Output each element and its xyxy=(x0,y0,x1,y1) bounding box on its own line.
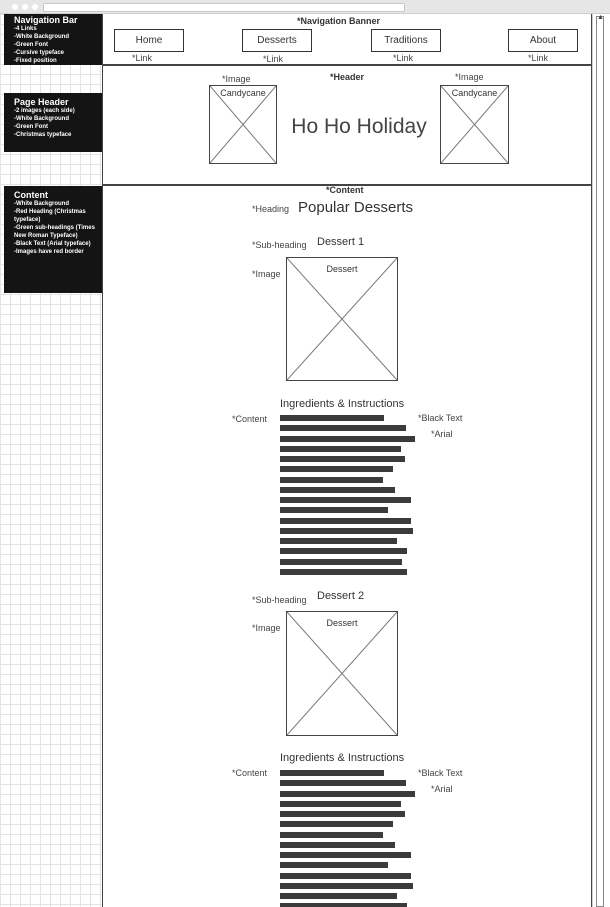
note-item: -Green sub-headings (Times New Roman Typ… xyxy=(14,225,95,239)
text-placeholder-block xyxy=(280,415,415,579)
link-annotation: *Link xyxy=(528,53,549,63)
link-annotation: *Link xyxy=(132,53,153,63)
browser-toolbar xyxy=(0,0,610,14)
dessert-image: Dessert xyxy=(286,257,398,381)
text-placeholder-line xyxy=(280,548,407,555)
window-dot-icon[interactable] xyxy=(12,4,18,10)
text-placeholder-line xyxy=(280,872,411,879)
text-placeholder-line xyxy=(280,445,401,452)
arial-annotation: *Arial xyxy=(431,784,453,794)
scroll-up-icon[interactable]: ▲ xyxy=(597,14,604,22)
text-placeholder-line xyxy=(280,507,388,514)
note-item: -2 images (each side) xyxy=(14,108,75,114)
heading-annotation: *Heading xyxy=(252,204,290,214)
text-placeholder-line xyxy=(280,882,413,889)
text-placeholder-line xyxy=(280,486,395,493)
text-placeholder-line xyxy=(280,568,407,575)
dessert-subheading: Dessert 2 xyxy=(317,590,365,602)
content-annotation: *Content xyxy=(326,185,364,195)
text-placeholder-line xyxy=(280,527,413,534)
text-placeholder-line xyxy=(280,903,407,907)
note-item: -Red Heading (Christmas typeface) xyxy=(14,209,86,223)
content-text-annotation: *Content xyxy=(232,414,268,424)
arial-annotation: *Arial xyxy=(431,429,453,439)
black-text-annotation: *Black Text xyxy=(418,768,463,778)
black-text-annotation: *Black Text xyxy=(418,413,463,423)
dessert-image: Dessert xyxy=(286,611,398,736)
text-placeholder-line xyxy=(280,852,411,858)
note-item: -4 Links xyxy=(14,26,37,32)
text-placeholder-line xyxy=(280,893,397,899)
link-annotation: *Link xyxy=(263,54,284,64)
note-item: -White Background xyxy=(14,34,69,40)
nav-bar-note: Navigation Bar -4 Links -White Backgroun… xyxy=(4,14,102,65)
note-item: -Green Font xyxy=(14,42,48,48)
content-heading: Popular Desserts xyxy=(298,199,414,216)
ingredients-title: Ingredients & Instructions xyxy=(280,398,405,410)
ingredients-title: Ingredients & Instructions xyxy=(280,752,405,764)
image-annotation: *Image xyxy=(222,74,251,84)
dessert-subheading: Dessert 1 xyxy=(317,236,365,248)
text-placeholder-line xyxy=(280,780,406,787)
text-placeholder-line xyxy=(280,466,393,473)
window-dot-icon[interactable] xyxy=(32,4,38,10)
content-text-annotation: *Content xyxy=(232,768,268,778)
text-placeholder-line xyxy=(280,811,405,817)
note-item: -Green Font xyxy=(14,124,48,130)
scrollbar-track[interactable] xyxy=(596,16,604,907)
image-caption: Dessert xyxy=(326,264,358,274)
site-title: Ho Ho Holiday xyxy=(291,115,427,138)
text-placeholder-line xyxy=(280,800,401,807)
content-note: Content -White Background -Red Heading (… xyxy=(4,186,102,293)
text-placeholder-line xyxy=(280,517,411,524)
nav-divider xyxy=(102,64,592,66)
note-item: -Images have red border xyxy=(14,249,84,255)
image-caption: Dessert xyxy=(326,618,358,628)
text-placeholder-line xyxy=(280,435,415,442)
subheading-annotation: *Sub-heading xyxy=(252,240,307,250)
address-bar[interactable] xyxy=(43,3,405,12)
nav-link-traditions[interactable]: Traditions xyxy=(371,29,441,52)
note-item: -Christmas typeface xyxy=(14,132,72,138)
note-item: -Cursive typeface xyxy=(14,50,65,56)
text-placeholder-line xyxy=(280,558,402,565)
nav-bar-note-title: Navigation Bar xyxy=(14,15,78,25)
header-annotation: *Header xyxy=(330,72,365,82)
image-caption: Candycane xyxy=(451,88,498,98)
nav-banner-annotation: *Navigation Banner xyxy=(297,16,381,26)
text-placeholder-line xyxy=(280,841,395,848)
header-image-left: Candycane xyxy=(209,85,277,164)
image-annotation: *Image xyxy=(252,269,281,279)
note-item: -White Background xyxy=(14,201,69,207)
content-note-title: Content xyxy=(14,190,48,200)
subheading-annotation: *Sub-heading xyxy=(252,595,307,605)
text-placeholder-line xyxy=(280,476,383,483)
nav-link-home[interactable]: Home xyxy=(114,29,184,52)
image-caption: Candycane xyxy=(220,88,266,98)
text-placeholder-line xyxy=(280,790,415,797)
image-annotation: *Image xyxy=(455,72,484,82)
page-header-note: Page Header -2 images (each side) -White… xyxy=(4,93,102,152)
nav-link-about[interactable]: About xyxy=(508,29,578,52)
text-placeholder-line xyxy=(280,425,406,432)
page-header-note-title: Page Header xyxy=(14,97,69,107)
text-placeholder-line xyxy=(280,538,397,544)
text-placeholder-line xyxy=(280,831,383,838)
note-item: -White Background xyxy=(14,116,69,122)
text-placeholder-block xyxy=(280,770,415,907)
text-placeholder-line xyxy=(280,821,393,828)
image-annotation: *Image xyxy=(252,623,281,633)
nav-link-desserts[interactable]: Desserts xyxy=(242,29,312,52)
text-placeholder-line xyxy=(280,415,384,421)
note-item: -Fixed position xyxy=(14,58,57,64)
text-placeholder-line xyxy=(280,770,384,776)
window-dot-icon[interactable] xyxy=(22,4,28,10)
header-image-right: Candycane xyxy=(440,85,509,164)
text-placeholder-line xyxy=(280,497,411,503)
link-annotation: *Link xyxy=(393,53,414,63)
text-placeholder-line xyxy=(280,862,388,869)
text-placeholder-line xyxy=(280,456,405,462)
note-item: -Black Text (Arial typeface) xyxy=(14,241,91,247)
